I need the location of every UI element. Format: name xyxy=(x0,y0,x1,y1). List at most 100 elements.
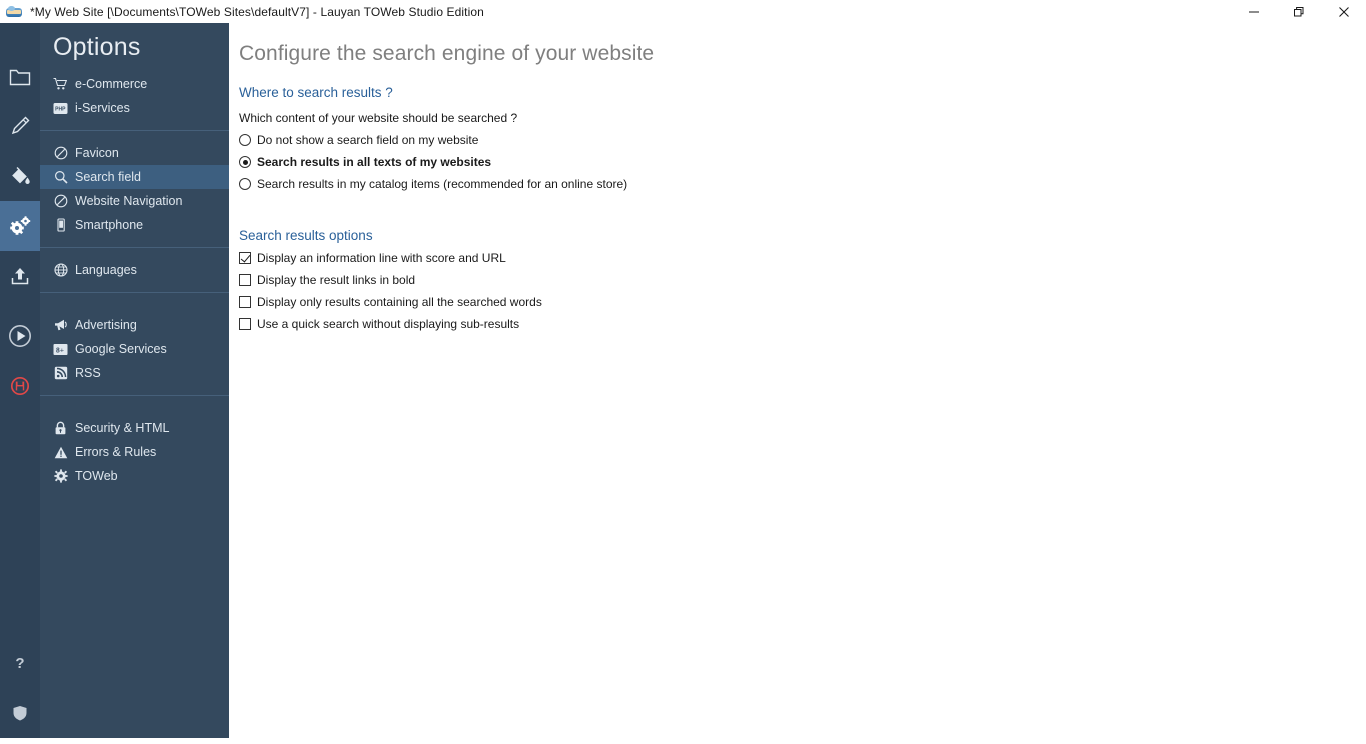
restore-button[interactable] xyxy=(1276,0,1321,23)
svg-text:PHP: PHP xyxy=(55,106,66,112)
gears-icon xyxy=(10,216,31,235)
svg-text:8+: 8+ xyxy=(56,345,64,354)
sidebar-item-search-field[interactable]: Search field xyxy=(40,165,229,189)
sidebar-item-smartphone[interactable]: Smartphone xyxy=(40,213,229,237)
folder-icon xyxy=(9,69,31,86)
php-badge-icon: PHP xyxy=(53,101,68,116)
rail-item-security[interactable] xyxy=(0,688,40,738)
sidebar-item-security-html[interactable]: Security & HTML xyxy=(40,416,229,440)
app-icon xyxy=(6,4,22,20)
rail-item-options[interactable] xyxy=(0,201,40,251)
sidebar-item-label: TOWeb xyxy=(75,469,118,483)
close-icon xyxy=(1338,6,1349,17)
rail-item-preview[interactable] xyxy=(0,311,40,361)
sidebar-group-advanced: Security & HTML Errors & Rules TOWeb xyxy=(40,396,229,488)
sidebar-item-label: Search field xyxy=(75,170,142,184)
shopping-cart-icon xyxy=(53,77,68,92)
help-icon: ? xyxy=(15,655,24,672)
sidebar-item-label: Smartphone xyxy=(75,218,144,232)
rail-item-theme[interactable] xyxy=(0,151,40,201)
sidebar-item-e-commerce[interactable]: e-Commerce xyxy=(40,72,229,96)
paint-bucket-icon xyxy=(12,167,30,184)
section-heading-results: Search results options xyxy=(239,228,373,243)
lock-icon xyxy=(53,421,68,436)
circle-slash-icon xyxy=(53,146,68,161)
circle-slash-icon xyxy=(53,194,68,209)
magnifier-icon xyxy=(53,170,68,185)
options-sidebar: Options e-Commerce PHP i-Services Favico… xyxy=(40,23,229,738)
radio-label: Search results in all texts of my websit… xyxy=(257,155,492,169)
radio-row-catalog-items[interactable]: Search results in my catalog items (reco… xyxy=(229,177,1366,191)
page-title: Configure the search engine of your webs… xyxy=(239,42,655,65)
rail-item-help[interactable]: ? xyxy=(0,638,40,688)
radio-all-texts[interactable] xyxy=(239,156,251,168)
sidebar-item-label: Security & HTML xyxy=(75,421,170,435)
sidebar-item-label: Website Navigation xyxy=(75,194,183,208)
sidebar-item-label: e-Commerce xyxy=(75,77,148,91)
smartphone-icon xyxy=(53,218,68,233)
sidebar-item-i-services[interactable]: PHP i-Services xyxy=(40,96,229,120)
sidebar-group-languages: Languages xyxy=(40,248,229,282)
search-scope-question: Which content of your website should be … xyxy=(239,111,518,125)
checkbox-quick-search[interactable] xyxy=(239,318,251,330)
sidebar-group-site: Favicon Search field Website Navigation xyxy=(40,131,229,237)
sidebar-item-website-navigation[interactable]: Website Navigation xyxy=(40,189,229,213)
restore-icon xyxy=(1293,6,1303,16)
window-controls xyxy=(1231,0,1366,23)
sidebar-item-label: Google Services xyxy=(75,342,167,356)
svg-text:?: ? xyxy=(15,655,24,672)
checkbox-row-info-line[interactable]: Display an information line with score a… xyxy=(229,251,1366,265)
sidebar-item-label: i-Services xyxy=(75,101,130,115)
sidebar-group-marketing: Advertising 8+ Google Services RSS xyxy=(40,293,229,385)
radio-label: Search results in my catalog items (reco… xyxy=(257,177,628,191)
checkbox-row-quick-search[interactable]: Use a quick search without displaying su… xyxy=(229,317,1366,331)
main-content: Configure the search engine of your webs… xyxy=(229,23,1366,738)
section-heading-where: Where to search results ? xyxy=(239,85,393,100)
window-title: *My Web Site [\Documents\TOWeb Sites\def… xyxy=(30,4,484,19)
sidebar-item-google-services[interactable]: 8+ Google Services xyxy=(40,337,229,361)
megaphone-icon xyxy=(53,318,68,333)
checkbox-row-all-words[interactable]: Display only results containing all the … xyxy=(229,295,1366,309)
globe-icon xyxy=(53,263,68,278)
sidebar-item-favicon[interactable]: Favicon xyxy=(40,141,229,165)
minimize-icon xyxy=(1248,11,1259,12)
checkbox-info-line[interactable] xyxy=(239,252,251,264)
checkbox-row-links-bold[interactable]: Display the result links in bold xyxy=(229,273,1366,287)
checkbox-links-bold[interactable] xyxy=(239,274,251,286)
rail-item-publish[interactable] xyxy=(0,251,40,301)
rss-icon xyxy=(53,366,68,381)
sidebar-item-label: Advertising xyxy=(75,318,137,332)
rail-bottom-group: ? xyxy=(0,638,40,738)
sidebar-item-toweb[interactable]: TOWeb xyxy=(40,464,229,488)
sidebar-title: Options xyxy=(53,33,141,61)
minimize-button[interactable] xyxy=(1231,0,1276,23)
checkbox-label: Display only results containing all the … xyxy=(257,295,542,309)
record-save-icon xyxy=(10,376,30,396)
sidebar-item-label: Favicon xyxy=(75,146,119,160)
rail-item-save[interactable] xyxy=(0,361,40,411)
radio-catalog-items[interactable] xyxy=(239,178,251,190)
sidebar-item-label: RSS xyxy=(75,366,101,380)
sidebar-item-languages[interactable]: Languages xyxy=(40,258,229,282)
gear-icon xyxy=(53,469,68,484)
google-plus-badge-icon: 8+ xyxy=(53,342,68,357)
radio-row-no-search-field[interactable]: Do not show a search field on my website xyxy=(229,133,1366,147)
sidebar-item-errors-rules[interactable]: Errors & Rules xyxy=(40,440,229,464)
sidebar-group-services: e-Commerce PHP i-Services xyxy=(40,62,229,120)
radio-row-all-texts[interactable]: Search results in all texts of my websit… xyxy=(229,155,1366,169)
sidebar-item-label: Languages xyxy=(75,263,137,277)
close-button[interactable] xyxy=(1321,0,1366,23)
radio-label: Do not show a search field on my website xyxy=(257,133,479,147)
checkbox-label: Display the result links in bold xyxy=(257,273,416,287)
pencil-icon xyxy=(11,116,30,135)
warning-triangle-icon xyxy=(53,445,68,460)
rail-item-edit[interactable] xyxy=(0,101,40,151)
upload-icon xyxy=(11,268,29,285)
icon-rail: ? xyxy=(0,23,40,738)
checkbox-label: Use a quick search without displaying su… xyxy=(257,317,520,331)
sidebar-item-advertising[interactable]: Advertising xyxy=(40,313,229,337)
checkbox-all-words[interactable] xyxy=(239,296,251,308)
sidebar-item-rss[interactable]: RSS xyxy=(40,361,229,385)
radio-no-search-field[interactable] xyxy=(239,134,251,146)
rail-item-folder[interactable] xyxy=(0,51,40,101)
